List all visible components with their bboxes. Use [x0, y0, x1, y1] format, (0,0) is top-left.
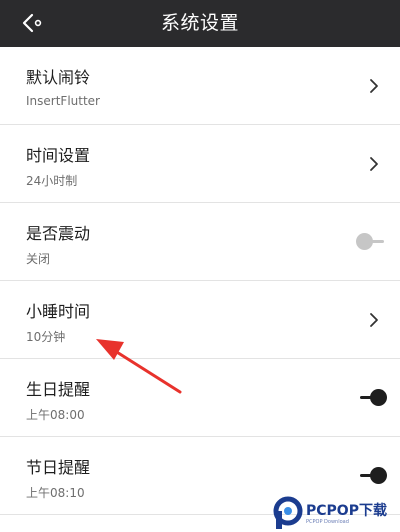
- toggle-knob: [370, 467, 387, 484]
- setting-row-time-format[interactable]: 时间设置 24小时制: [0, 125, 400, 203]
- setting-row-vibrate: 是否震动 关闭: [0, 203, 400, 281]
- setting-row-default-alarm[interactable]: 默认闹铃 InsertFlutter: [0, 47, 400, 125]
- vibrate-toggle[interactable]: [356, 231, 388, 251]
- toggle-knob: [356, 233, 373, 250]
- page-title: 系统设置: [160, 12, 239, 34]
- watermark: PCPOP下载 PCPOP Download: [272, 494, 400, 532]
- setting-title: 生日提醒: [26, 380, 91, 399]
- setting-title: 默认闹铃: [26, 68, 91, 87]
- chevron-right-icon: [370, 313, 378, 327]
- holiday-reminder-toggle[interactable]: [356, 465, 388, 485]
- watermark-subtitle: PCPOP Download: [306, 519, 349, 525]
- chevron-right-icon: [370, 79, 378, 93]
- birthday-reminder-toggle[interactable]: [356, 387, 388, 407]
- setting-value: 关闭: [26, 252, 51, 266]
- pcpop-logo-icon: [273, 496, 303, 529]
- setting-value: 10分钟: [26, 330, 66, 344]
- setting-title: 是否震动: [26, 224, 91, 243]
- setting-value: 上午08:00: [26, 408, 85, 422]
- setting-row-birthday-reminder: 生日提醒 上午08:00: [0, 359, 400, 437]
- setting-row-snooze[interactable]: 小睡时间 10分钟: [0, 281, 400, 359]
- watermark-brand: PCPOP下载: [306, 503, 387, 519]
- screen: 系统设置 默认闹铃 InsertFlutter 时间设置 24小时制 是否震动 …: [0, 0, 400, 532]
- setting-value: 24小时制: [26, 174, 78, 188]
- setting-title: 节日提醒: [26, 458, 91, 477]
- chevron-right-icon: [370, 157, 378, 171]
- setting-title: 时间设置: [26, 146, 91, 165]
- setting-value: 上午08:10: [26, 486, 85, 500]
- setting-value: InsertFlutter: [26, 94, 100, 108]
- toggle-knob: [370, 389, 387, 406]
- title-bar: 系统设置: [0, 0, 400, 47]
- setting-title: 小睡时间: [26, 302, 91, 321]
- settings-list: 默认闹铃 InsertFlutter 时间设置 24小时制 是否震动 关闭 小睡…: [0, 47, 400, 515]
